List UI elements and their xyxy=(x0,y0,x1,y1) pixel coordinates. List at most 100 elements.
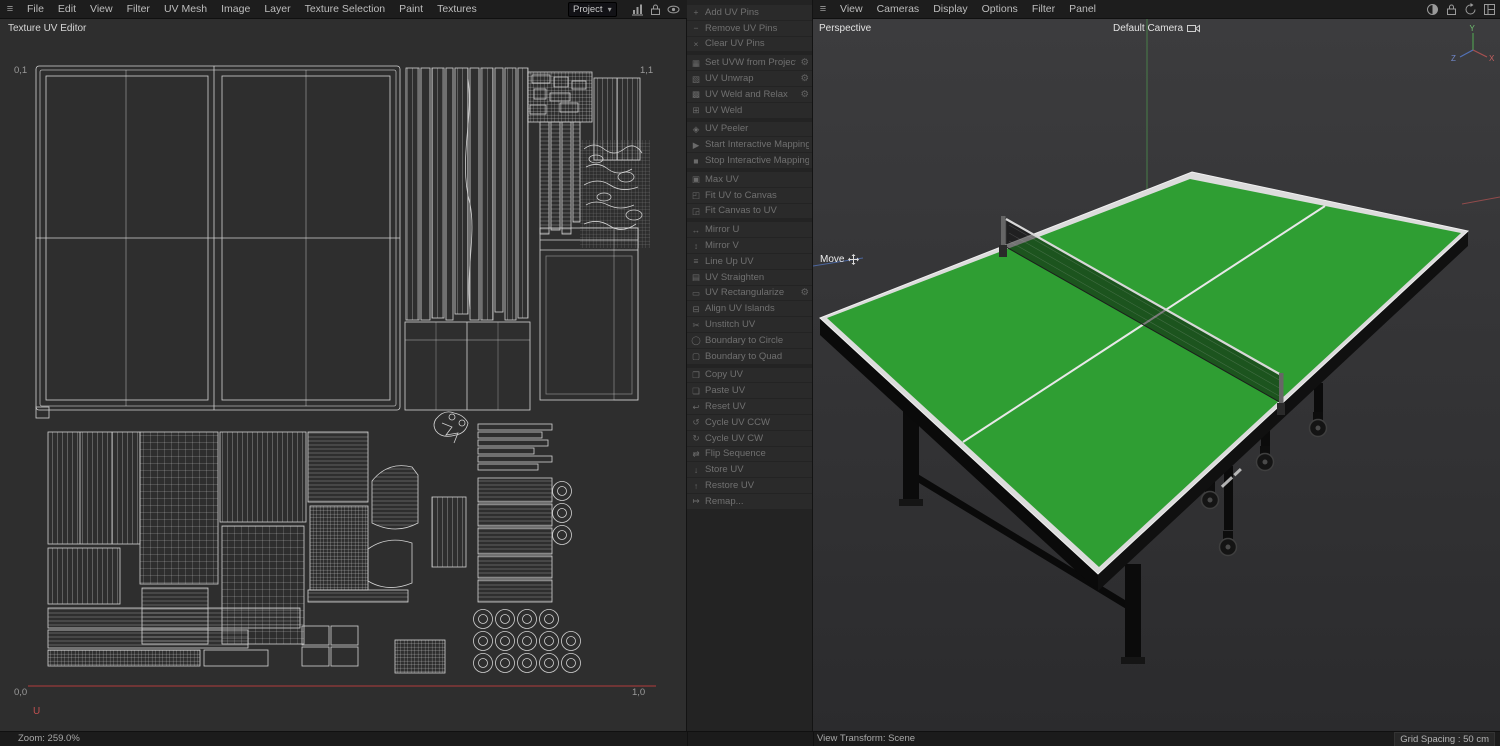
command-uv-weld-and-relax[interactable]: ▩ UV Weld and Relax ⚙ xyxy=(687,86,812,102)
command-label: Fit Canvas to UV xyxy=(705,205,777,217)
command-boundary-to-circle[interactable]: ◯ Boundary to Circle xyxy=(687,332,812,348)
command-boundary-to-quad[interactable]: ▢ Boundary to Quad xyxy=(687,348,812,364)
menu-edit[interactable]: Edit xyxy=(51,0,83,19)
command-mirror-v[interactable]: ↕ Mirror V xyxy=(687,238,812,253)
uv-island-mid-panel[interactable] xyxy=(404,321,531,411)
command-label: UV Rectangularize xyxy=(705,287,785,299)
paste-uv-icon: ❏ xyxy=(692,385,700,396)
menu-panel[interactable]: Panel xyxy=(1062,0,1103,19)
command-group: + Add UV Pins − Remove UV Pins × Clear UV Pin… xyxy=(687,5,812,52)
command-store-uv[interactable]: ↓ Store UV xyxy=(687,462,812,478)
menu-paint[interactable]: Paint xyxy=(392,0,430,19)
eye-icon[interactable] xyxy=(667,3,680,16)
command-uv-unwrap[interactable]: ▧ UV Unwrap ⚙ xyxy=(687,71,812,86)
menu-texture-selection[interactable]: Texture Selection xyxy=(298,0,393,19)
command-uv-weld[interactable]: ⊞ UV Weld xyxy=(687,102,812,118)
uv-island-banded-strips[interactable] xyxy=(539,121,581,235)
command-line-up-uv[interactable]: ≡ Line Up UV xyxy=(687,253,812,269)
command-max-uv[interactable]: ▣ Max UV xyxy=(687,171,812,187)
lock-icon[interactable] xyxy=(649,3,662,16)
command-remove-uv-pins[interactable]: − Remove UV Pins xyxy=(687,20,812,36)
cycle-uv-ccw-icon: ↺ xyxy=(692,417,700,428)
menu-uv-mesh[interactable]: UV Mesh xyxy=(157,0,214,19)
command-unstitch-uv[interactable]: ✂ Unstitch UV xyxy=(687,317,812,332)
menu-options[interactable]: Options xyxy=(975,0,1025,19)
project-dropdown[interactable]: Project ▾ xyxy=(568,2,617,17)
uv-island-thin-strips[interactable] xyxy=(477,423,553,471)
uv-island-blob[interactable] xyxy=(433,411,469,444)
command-label: Remove UV Pins xyxy=(705,22,778,34)
command-remap[interactable]: ↦ Remap... xyxy=(687,493,812,509)
mirror-v-icon: ↕ xyxy=(693,240,699,251)
menu-filter[interactable]: Filter xyxy=(1025,0,1062,19)
panel-title: Texture UV Editor xyxy=(8,23,87,34)
command-align-uv-islands[interactable]: ⊟ Align UV Islands xyxy=(687,301,812,317)
command-paste-uv[interactable]: ❏ Paste UV xyxy=(687,383,812,399)
sphere-icon[interactable] xyxy=(1426,3,1439,16)
menu-view[interactable]: View xyxy=(833,0,870,19)
uv-island-lower-cluster[interactable] xyxy=(47,431,467,674)
view-transform-status: View Transform: Scene xyxy=(817,733,916,744)
gizmo-z-axis xyxy=(1459,49,1474,58)
menu-display[interactable]: Display xyxy=(926,0,974,19)
command-label: UV Peeler xyxy=(705,123,749,135)
command-group: ▣ Max UV ◰ Fit UV to Canvas ◲ Fit Canvas to U… xyxy=(687,171,812,219)
menu-image[interactable]: Image xyxy=(214,0,257,19)
gear-icon[interactable]: ⚙ xyxy=(800,57,809,68)
table-surface[interactable] xyxy=(827,179,1461,567)
menu-textures[interactable]: Textures xyxy=(430,0,484,19)
menu-file[interactable]: File xyxy=(20,0,51,19)
uv-canvas[interactable] xyxy=(0,19,687,731)
command-fit-uv-to-canvas[interactable]: ◰ Fit UV to Canvas xyxy=(687,187,812,203)
command-label: Boundary to Quad xyxy=(705,350,783,362)
uv-island-strips[interactable] xyxy=(405,67,529,321)
chart-icon[interactable] xyxy=(631,3,644,16)
menu-cameras[interactable]: Cameras xyxy=(870,0,927,19)
command-uv-rectangularize[interactable]: ▭ UV Rectangularize ⚙ xyxy=(687,285,812,301)
command-fit-canvas-to-uv[interactable]: ◲ Fit Canvas to UV xyxy=(687,203,812,219)
command-add-uv-pins[interactable]: + Add UV Pins xyxy=(687,5,812,20)
gizmo-x-label: X xyxy=(1489,54,1495,63)
align-uv-islands-icon: ⊟ xyxy=(692,303,700,314)
command-label: UV Straighten xyxy=(705,271,765,283)
menu-view[interactable]: View xyxy=(83,0,120,19)
menu-layer[interactable]: Layer xyxy=(257,0,297,19)
command-mirror-u[interactable]: ↔ Mirror U xyxy=(687,222,812,238)
command-start-interactive-mapping[interactable]: ▶ Start Interactive Mapping xyxy=(687,137,812,153)
move-cursor-icon xyxy=(848,254,860,265)
command-label: Paste UV xyxy=(705,385,746,397)
command-cycle-uv-cw[interactable]: ↻ Cycle UV CW xyxy=(687,430,812,446)
uv-island-scribbles[interactable] xyxy=(580,140,650,248)
uv-island-tabletop[interactable] xyxy=(35,65,401,419)
command-group: ❐ Copy UV ❏ Paste UV ↩ Reset UV ↺ Cycle UV CCW ↻… xyxy=(687,367,812,509)
menu-filter[interactable]: Filter xyxy=(120,0,157,19)
command-restore-uv[interactable]: ↑ Restore UV xyxy=(687,478,812,493)
layout-icon[interactable] xyxy=(1483,3,1496,16)
panel-menu-icon[interactable]: ≡ xyxy=(0,0,20,19)
viewport-panel: Perspective Default Camera Move Y X Z xyxy=(813,19,1500,731)
command-uv-straighten[interactable]: ▤ UV Straighten xyxy=(687,269,812,285)
camera-label[interactable]: Default Camera xyxy=(1113,23,1201,34)
command-clear-uv-pins[interactable]: × Clear UV Pins xyxy=(687,36,812,52)
viewport-menu-icon[interactable]: ≡ xyxy=(813,0,833,19)
uv-weld-icon: ⊞ xyxy=(692,105,700,116)
command-copy-uv[interactable]: ❐ Copy UV xyxy=(687,367,812,383)
command-uv-peeler[interactable]: ◈ UV Peeler xyxy=(687,121,812,137)
viewport-canvas[interactable] xyxy=(813,19,1500,731)
view-mode-label[interactable]: Perspective xyxy=(819,23,871,34)
uv-island-side-panel[interactable] xyxy=(539,227,639,401)
history-icon[interactable] xyxy=(1464,3,1477,16)
command-stop-interactive-mapping[interactable]: ■ Stop Interactive Mapping xyxy=(687,153,812,168)
command-label: Clear UV Pins xyxy=(705,38,765,50)
gear-icon[interactable]: ⚙ xyxy=(800,287,809,298)
axis-gizmo[interactable]: Y X Z xyxy=(1446,23,1496,69)
uv-island-banded-stack[interactable] xyxy=(477,477,553,603)
command-cycle-uv-ccw[interactable]: ↺ Cycle UV CCW xyxy=(687,414,812,430)
command-set-uvw-from-projection[interactable]: ▦ Set UVW from Projection ⚙ xyxy=(687,55,812,71)
command-flip-sequence[interactable]: ⇄ Flip Sequence xyxy=(687,446,812,462)
gear-icon[interactable]: ⚙ xyxy=(800,89,809,100)
gear-icon[interactable]: ⚙ xyxy=(800,73,809,84)
add-uv-pins-icon: + xyxy=(693,7,699,18)
lock-icon[interactable] xyxy=(1445,3,1458,16)
command-reset-uv[interactable]: ↩ Reset UV xyxy=(687,399,812,414)
